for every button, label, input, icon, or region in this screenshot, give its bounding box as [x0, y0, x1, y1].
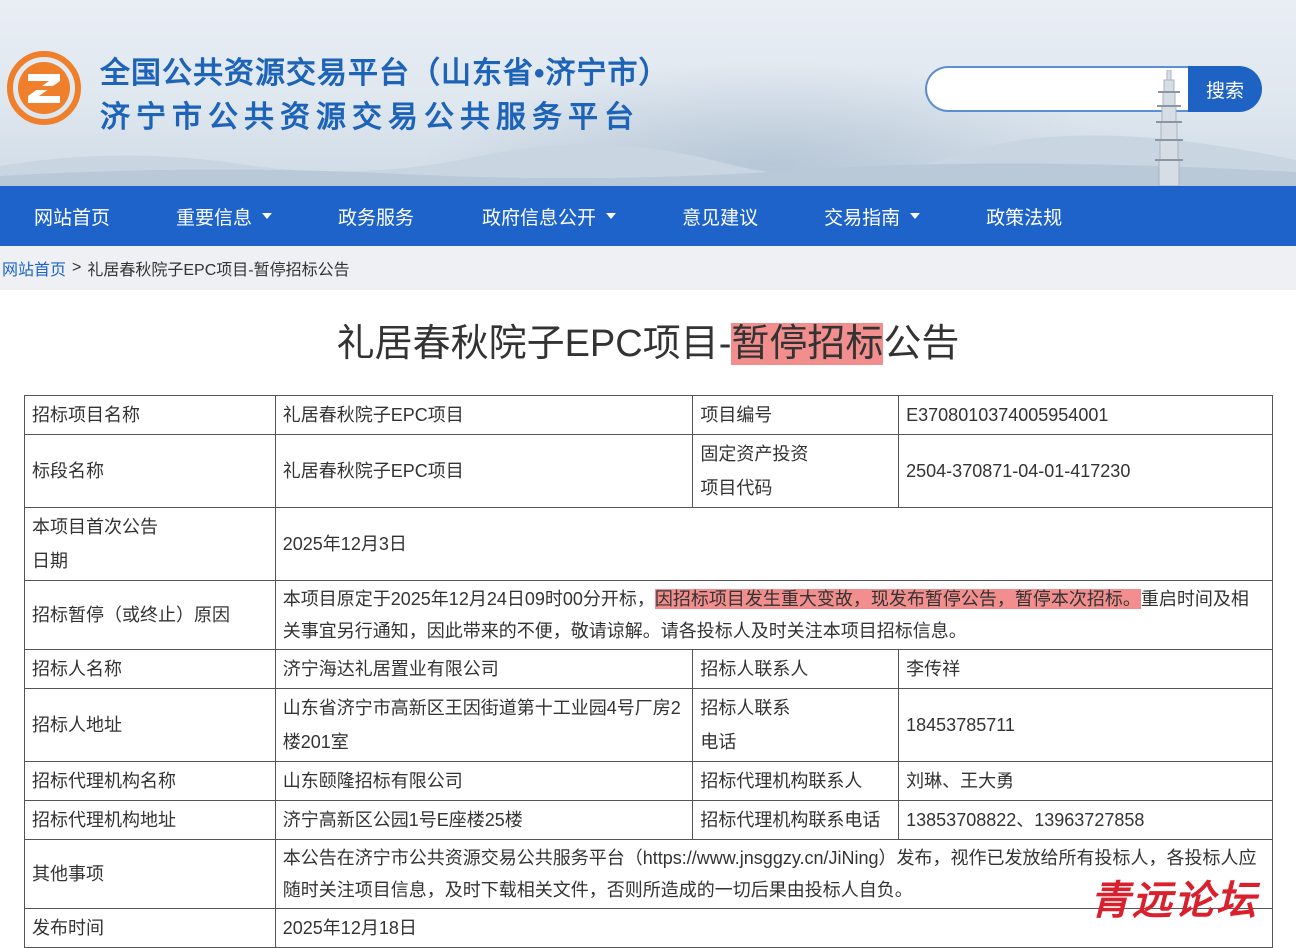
section-name-label: 标段名称	[24, 434, 276, 508]
caret-down-icon	[262, 213, 273, 219]
breadcrumb-separator: >	[72, 259, 82, 276]
agency-contact-value: 刘琳、王大勇	[898, 761, 1273, 801]
tenderer-contact-label: 招标人联系人	[692, 649, 900, 689]
tenderer-phone-label-line2: 电话	[700, 732, 737, 752]
tenderer-addr-label: 招标人地址	[24, 688, 276, 762]
site-logo[interactable]	[6, 50, 82, 126]
asset-code-label: 固定资产投资 项目代码	[692, 434, 900, 508]
breadcrumb-home-link[interactable]: 网站首页	[2, 256, 66, 280]
reason-highlight: 因招标项目发生重大变故，现发布暂停公告，暂停本次招标。	[654, 589, 1141, 609]
nav-item-label: 网站首页	[34, 207, 111, 229]
section-name-value: 礼居春秋院子EPC项目	[274, 434, 694, 508]
page-title: 礼居春秋院子EPC项目-暂停招标公告	[0, 312, 1296, 367]
reason-label: 招标暂停（或终止）原因	[24, 580, 276, 650]
table-row: 招标代理机构名称 山东颐隆招标有限公司 招标代理机构联系人 刘琳、王大勇	[24, 761, 1273, 801]
table-row: 招标暂停（或终止）原因 本项目原定于2025年12月24日09时00分开标，因招…	[24, 580, 1274, 650]
table-row: 其他事项 本公告在济宁市公共资源交易公共服务平台（https://www.jns…	[24, 839, 1274, 909]
reason-value: 本项目原定于2025年12月24日09时00分开标，因招标项目发生重大变故，现发…	[274, 580, 1274, 650]
page-title-part: 礼居春秋院子EPC项目-	[336, 323, 732, 365]
tenderer-addr-value: 山东省济宁市高新区王因街道第十工业园4号厂房2楼201室	[274, 688, 694, 762]
pagoda-illustration	[1155, 70, 1183, 186]
agency-addr-value: 济宁高新区公园1号E座楼25楼	[274, 800, 694, 840]
agency-value: 山东颐隆招标有限公司	[274, 761, 694, 801]
nav-item-home[interactable]: 网站首页	[34, 186, 110, 246]
first-notice-label-line1: 本项目首次公告	[32, 517, 158, 537]
search-input[interactable]	[925, 66, 1190, 112]
first-notice-date: 2025年12月3日	[274, 507, 1274, 581]
table-row: 招标代理机构地址 济宁高新区公园1号E座楼25楼 招标代理机构联系电话 1385…	[24, 800, 1273, 840]
table-row: 招标人名称 济宁海达礼居置业有限公司 招标人联系人 李传祥	[24, 649, 1273, 689]
search-button[interactable]: 搜索	[1188, 66, 1262, 112]
site-title-line2: 济宁市公共资源交易公共服务平台	[100, 101, 640, 134]
agency-phone-label: 招标代理机构联系电话	[692, 800, 900, 840]
reason-text: 本项目原定于2025年12月24日09时00分开标，	[282, 589, 655, 609]
nav-item-label: 政策法规	[986, 207, 1063, 229]
agency-addr-label: 招标代理机构地址	[24, 800, 276, 840]
project-no-label: 项目编号	[692, 395, 900, 435]
nav-item-policies[interactable]: 政策法规	[986, 186, 1062, 246]
asset-code-label-line2: 项目代码	[700, 478, 773, 498]
tenderer-phone-label-line1: 招标人联系	[700, 698, 791, 718]
nav-item-important-info[interactable]: 重要信息	[176, 186, 273, 246]
table-row: 招标人地址 山东省济宁市高新区王因街道第十工业园4号厂房2楼201室 招标人联系…	[24, 688, 1273, 762]
nav-item-label: 政务服务	[338, 207, 415, 229]
page-title-highlight: 暂停招标	[731, 323, 884, 365]
nav-item-label: 交易指南	[824, 207, 901, 229]
page-title-part: 公告	[883, 323, 960, 365]
project-no-value: E3708010374005954001	[898, 395, 1273, 435]
breadcrumb-current: 礼居春秋院子EPC项目-暂停招标公告	[87, 262, 350, 279]
tenderer-phone-value: 18453785711	[898, 688, 1273, 762]
nav-item-label: 重要信息	[176, 207, 253, 229]
asset-code-value: 2504-370871-04-01-417230	[898, 434, 1273, 508]
publish-label: 发布时间	[24, 908, 276, 948]
site-title-line1: 全国公共资源交易平台（山东省•济宁市）	[100, 57, 670, 90]
table-row: 招标项目名称 礼居春秋院子EPC项目 项目编号 E370801037400595…	[24, 395, 1273, 435]
agency-label: 招标代理机构名称	[24, 761, 276, 801]
nav-item-trade-guide[interactable]: 交易指南	[824, 186, 921, 246]
caret-down-icon	[910, 213, 921, 219]
nav-item-label: 政府信息公开	[482, 207, 597, 229]
nav-item-gov-services[interactable]: 政务服务	[338, 186, 414, 246]
nav-item-feedback[interactable]: 意见建议	[682, 186, 758, 246]
header-banner: 全国公共资源交易平台（山东省•济宁市） 济宁市公共资源交易公共服务平台 搜索	[0, 0, 1296, 186]
tenderer-contact-value: 李传祥	[898, 649, 1273, 689]
nav-item-label: 意见建议	[682, 207, 759, 229]
caret-down-icon	[606, 213, 617, 219]
asset-code-label-line1: 固定资产投资	[700, 444, 809, 464]
tenderer-label: 招标人名称	[24, 649, 276, 689]
table-row: 发布时间 2025年12月18日	[24, 908, 1274, 948]
breadcrumb: 网站首页 > 礼居春秋院子EPC项目-暂停招标公告	[0, 246, 1296, 290]
forum-watermark: 青远论坛	[1090, 879, 1258, 923]
nav-item-gov-info[interactable]: 政府信息公开	[482, 186, 617, 246]
main-nav: 网站首页 重要信息 政务服务 政府信息公开 意见建议 交易指南 政策法规	[0, 186, 1296, 246]
table-row: 本项目首次公告 日期 2025年12月3日	[24, 507, 1274, 581]
table-row: 标段名称 礼居春秋院子EPC项目 固定资产投资 项目代码 2504-370871-…	[24, 434, 1273, 508]
notice-table: 招标项目名称 礼居春秋院子EPC项目 项目编号 E370801037400595…	[24, 395, 1274, 948]
agency-contact-label: 招标代理机构联系人	[692, 761, 900, 801]
project-name-label: 招标项目名称	[24, 395, 276, 435]
agency-phone-value: 13853708822、13963727858	[898, 800, 1273, 840]
first-notice-label: 本项目首次公告 日期	[24, 507, 276, 581]
tenderer-value: 济宁海达礼居置业有限公司	[274, 649, 694, 689]
other-label: 其他事项	[24, 839, 276, 909]
project-name-value: 礼居春秋院子EPC项目	[274, 395, 694, 435]
tenderer-phone-label: 招标人联系 电话	[692, 688, 900, 762]
first-notice-label-line2: 日期	[32, 551, 68, 571]
